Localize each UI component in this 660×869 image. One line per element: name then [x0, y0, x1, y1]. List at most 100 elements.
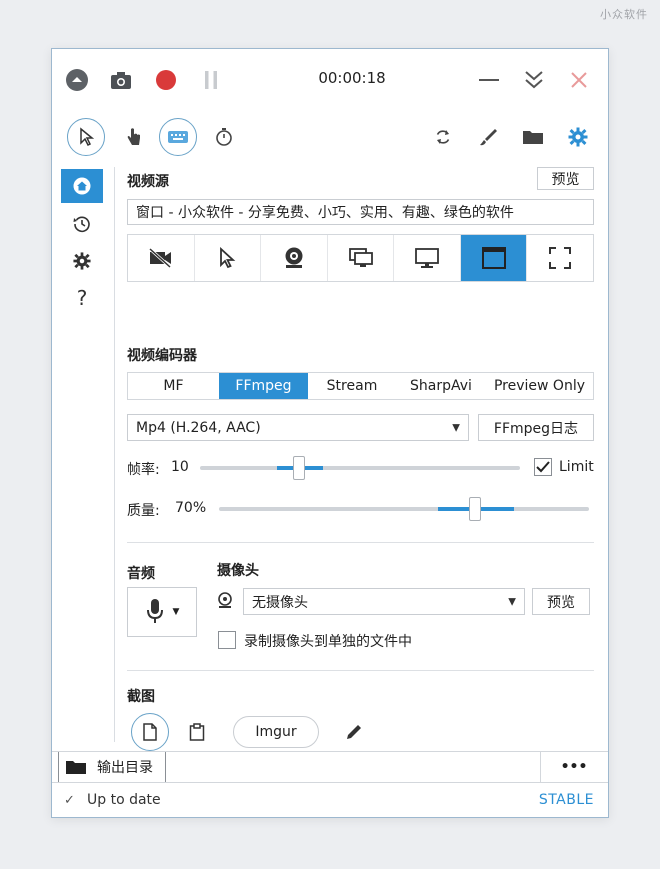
cursor-icon	[80, 127, 94, 147]
encoder-tabs: MF FFmpeg Stream SharpAvi Preview Only	[127, 372, 594, 400]
include-clicks-toggle[interactable]	[119, 122, 149, 152]
pencil-icon	[347, 725, 361, 739]
refresh-button[interactable]	[428, 122, 458, 152]
close-button[interactable]	[566, 67, 592, 93]
window-icon	[481, 247, 506, 269]
no-video-icon	[148, 248, 171, 268]
recording-timer: 00:00:18	[318, 69, 386, 87]
sidebar-item-help[interactable]: ?	[61, 281, 103, 315]
source-window[interactable]	[460, 235, 528, 281]
codec-select[interactable]: Mp4 (H.264, AAC) ▼	[127, 414, 469, 441]
stopwatch-icon	[216, 128, 232, 146]
collapse-button[interactable]	[64, 67, 90, 93]
titlebar: 00:00:18	[52, 49, 608, 111]
separate-file-checkbox[interactable]	[218, 631, 236, 649]
screenshot-button[interactable]	[108, 67, 134, 93]
help-icon: ?	[76, 286, 88, 310]
clipboard-icon	[189, 723, 205, 741]
history-icon	[73, 216, 90, 233]
gear-icon	[73, 252, 91, 270]
status-bar: ✓ Up to date STABLE	[52, 785, 608, 817]
quality-slider-thumb[interactable]	[469, 497, 481, 521]
source-no-video[interactable]	[128, 235, 195, 281]
codec-select-value: Mp4 (H.264, AAC)	[136, 419, 261, 436]
draw-button[interactable]	[473, 122, 503, 152]
tab-preview-only[interactable]: Preview Only	[486, 373, 593, 399]
output-bar: 输出目录 •••	[52, 751, 608, 783]
limit-checkbox[interactable]	[534, 458, 552, 476]
separate-file-label: 录制摄像头到单独的文件中	[244, 634, 412, 650]
quality-label: 质量:	[127, 503, 160, 519]
watermark: 小众软件	[600, 8, 648, 21]
include-cursor-toggle[interactable]	[67, 118, 105, 156]
output-folder-label: 输出目录	[97, 760, 153, 776]
gear-icon	[568, 127, 588, 147]
screenshot-title: 截图	[127, 689, 155, 705]
divider	[127, 670, 594, 671]
pause-icon	[205, 71, 217, 89]
chevron-down-icon: ▼	[452, 422, 460, 433]
webcam-select[interactable]: 无摄像头 ▼	[243, 588, 525, 615]
monitor-icon	[415, 248, 439, 268]
quality-slider[interactable]	[219, 507, 589, 511]
minimize-icon	[479, 79, 499, 81]
video-source-title: 视频源	[127, 174, 169, 190]
chevron-down-icon: ▼	[172, 607, 180, 617]
webcam-preview-button[interactable]: 预览	[532, 588, 590, 615]
microphone-icon	[146, 599, 163, 623]
tab-stream[interactable]: Stream	[308, 373, 396, 399]
more-button[interactable]: •••	[542, 752, 606, 782]
source-screen[interactable]	[394, 235, 461, 281]
ffmpeg-log-button[interactable]: FFmpeg日志	[478, 414, 594, 441]
sidebar: ?	[58, 167, 106, 747]
screenshot-edit-button[interactable]	[339, 717, 369, 747]
limit-label: Limit	[559, 459, 594, 475]
release-channel-link[interactable]: STABLE	[539, 792, 594, 808]
tab-sharpavi[interactable]: SharpAvi	[396, 373, 486, 399]
source-all-screens[interactable]	[328, 235, 395, 281]
imgur-button[interactable]: Imgur	[233, 716, 319, 748]
minimize-button[interactable]	[476, 67, 502, 93]
refresh-icon	[436, 130, 450, 144]
collapse-up-icon	[66, 69, 88, 91]
source-cursor[interactable]	[195, 235, 262, 281]
keyboard-icon	[168, 131, 188, 143]
output-folder-button[interactable]: 输出目录	[58, 752, 166, 782]
record-button[interactable]	[153, 67, 179, 93]
update-status-text: Up to date	[87, 792, 161, 808]
webcam-select-value: 无摄像头	[252, 594, 308, 611]
collapse-panel-button[interactable]	[521, 67, 547, 93]
sidebar-divider	[114, 167, 115, 742]
screenshot-to-file-button[interactable]	[131, 713, 169, 751]
tab-ffmpeg[interactable]: FFmpeg	[219, 373, 308, 399]
region-icon	[549, 247, 572, 269]
framerate-slider-thumb[interactable]	[293, 456, 305, 480]
framerate-slider[interactable]	[200, 466, 520, 470]
home-icon	[73, 177, 91, 195]
close-icon	[571, 72, 587, 88]
video-source-field[interactable]: 窗口 - 小众软件 - 分享免费、小巧、实用、有趣、绿色的软件	[127, 199, 594, 225]
webcam-title: 摄像头	[217, 563, 259, 579]
video-source-preview-button[interactable]: 预览	[537, 167, 594, 190]
open-folder-button[interactable]	[518, 122, 548, 152]
timer-button[interactable]	[209, 122, 239, 152]
settings-button[interactable]	[563, 122, 593, 152]
file-icon	[143, 723, 157, 741]
audio-title: 音频	[127, 566, 155, 582]
sidebar-item-history[interactable]	[61, 207, 103, 241]
checkmark-icon: ✓	[64, 793, 75, 808]
sidebar-item-home[interactable]	[61, 169, 103, 203]
pause-button[interactable]	[198, 67, 224, 93]
source-webcam[interactable]	[261, 235, 328, 281]
tab-mf[interactable]: MF	[128, 373, 219, 399]
cursor-icon	[220, 247, 236, 269]
framerate-value: 10	[171, 459, 189, 475]
include-keystrokes-toggle[interactable]	[159, 118, 197, 156]
webcam-icon	[285, 247, 303, 268]
checkmark-icon	[536, 461, 550, 473]
sidebar-item-settings[interactable]	[61, 244, 103, 278]
source-region[interactable]	[527, 235, 593, 281]
audio-source-button[interactable]: ▼	[127, 587, 197, 637]
screenshot-to-clipboard-button[interactable]	[182, 717, 212, 747]
framerate-label: 帧率:	[127, 462, 160, 478]
